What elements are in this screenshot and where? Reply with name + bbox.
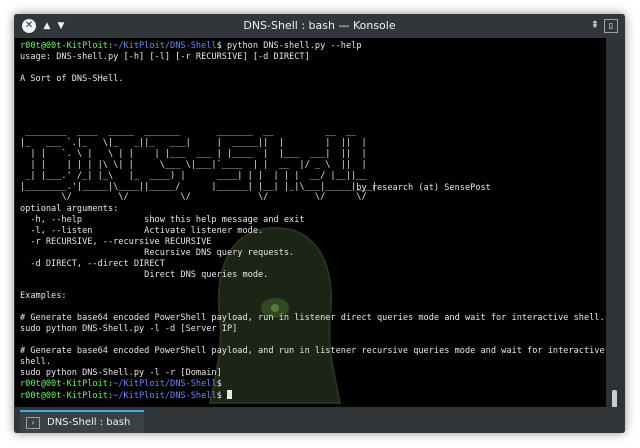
terminal-line: # Generate base64 encoded PowerShell pay… — [20, 346, 605, 357]
terminal-line-text: # Generate base64 encoded PowerShell pay… — [20, 313, 605, 324]
terminal-line-text: Direct DNS queries mode. — [20, 269, 269, 280]
terminal-view[interactable]: ________ ____ _____ _______ _______ __ _… — [15, 38, 606, 407]
terminal-line: optional arguments: — [20, 204, 605, 215]
prompt-user: r00t@00t-KitPloit: — [20, 378, 114, 389]
terminal-line: r00t@00t-KitPloit:~/KitPloit/DNS-Shell$ — [20, 389, 605, 401]
prompt-command: $ — [216, 390, 227, 401]
terminal-line: -d DIRECT, --direct DIRECT — [20, 259, 605, 270]
scrollbar[interactable] — [606, 38, 625, 412]
terminal-line-text: sudo python DNS-Shell.py -l -r [Domain] — [20, 367, 222, 378]
terminal-line: # Generate base64 encoded PowerShell pay… — [20, 313, 605, 324]
terminal-line: r00t@00t-KitPloit:~/KitPloit/DNS-Shell$ … — [20, 41, 605, 52]
terminal-line: Examples: — [20, 291, 605, 302]
konsole-window: ✕ ▲ ▼ DNS-Shell : bash — Konsole ⇞ ▯ ___… — [14, 14, 625, 433]
terminal-line: -l, --listen Activate listener mode. — [20, 226, 605, 237]
prompt-user: r00t@00t-KitPloit: — [20, 41, 114, 51]
terminal-output: r00t@00t-KitPloit:~/KitPloit/DNS-Shell$ … — [20, 41, 605, 401]
prompt-command: $ python DNS-shell.py --help — [216, 41, 362, 51]
terminal-line: -r RECURSIVE, --recursive RECURSIVE — [20, 237, 605, 248]
terminal-line-text: -l, --listen Activate listener mode. — [20, 226, 264, 237]
terminal-line: Direct DNS queries mode. — [20, 270, 605, 281]
terminal-line: Recursive DNS query requests. — [20, 248, 605, 259]
terminal-line-text: sudo python DNS-Shell.py -l -d [Server I… — [20, 324, 238, 335]
terminal-line-text: A Sort of DNS-SHell. — [20, 73, 124, 84]
terminal-line-text: Examples: — [20, 291, 67, 302]
terminal-line: sudo python DNS-Shell.py -l -r [Domain] — [20, 368, 605, 379]
keep-above-icon[interactable]: ⇞ — [588, 19, 602, 33]
prompt-command: $ — [216, 378, 222, 389]
terminal-line-text: -d DIRECT, --direct DIRECT — [20, 258, 165, 269]
terminal-line: A Sort of DNS-SHell. — [20, 74, 605, 85]
terminal-line: sudo python DNS-Shell.py -l -d [Server I… — [20, 324, 605, 335]
terminal-line-text: by research (at) SensePost — [20, 182, 491, 193]
terminal-line: r00t@00t-KitPloit:~/KitPloit/DNS-Shell$ — [20, 379, 605, 390]
tab-dns-shell-bash[interactable]: › DNS-Shell : bash — [20, 410, 144, 433]
window-menu-icon[interactable]: ▯ — [604, 19, 618, 33]
terminal-line-text: -h, --help show this help message and ex… — [20, 215, 305, 226]
tab-bar: › DNS-Shell : bash — [14, 407, 625, 433]
terminal-line: usage: DNS-shell.py [-h] [-l] [-r RECURS… — [20, 52, 605, 63]
prompt-path: ~/KitPloit/DNS-Shell — [113, 390, 217, 401]
window-title: DNS-Shell : bash — Konsole — [243, 19, 396, 32]
terminal-line-text: shell. — [20, 356, 52, 367]
terminal-line-text: -r RECURSIVE, --recursive RECURSIVE — [20, 237, 212, 248]
terminal-icon: › — [26, 417, 40, 429]
terminal-line: -h, --help show this help message and ex… — [20, 215, 605, 226]
title-bar[interactable]: ✕ ▲ ▼ DNS-Shell : bash — Konsole ⇞ ▯ — [14, 14, 625, 38]
prompt-user: r00t@00t-KitPloit: — [20, 390, 114, 401]
prompt-path: ~/KitPloit/DNS-Shell — [113, 378, 217, 389]
terminal-line-text: Recursive DNS query requests. — [20, 247, 295, 258]
terminal-line-text: usage: DNS-shell.py [-h] [-l] [-r RECURS… — [20, 51, 310, 62]
terminal-line-text: optional arguments: — [20, 204, 119, 215]
terminal-line-text: # Generate base64 encoded PowerShell pay… — [20, 345, 605, 356]
text-cursor — [226, 389, 232, 399]
tab-label: DNS-Shell : bash — [47, 417, 131, 428]
terminal-line: by research (at) SensePost — [20, 183, 605, 194]
prompt-path: ~/KitPloit/DNS-Shell — [113, 41, 217, 51]
terminal-line: shell. — [20, 357, 605, 368]
